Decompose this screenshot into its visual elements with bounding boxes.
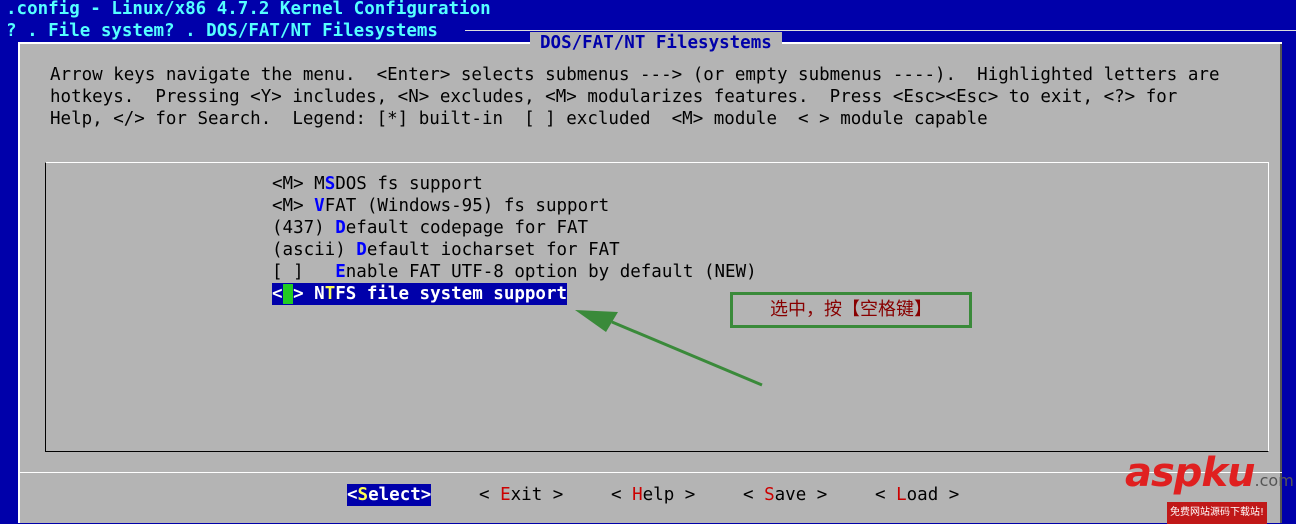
button-label: elect> xyxy=(368,485,432,505)
help-button[interactable]: < Help > xyxy=(611,484,695,506)
button-bracket: < xyxy=(743,485,765,505)
breadcrumb-divider xyxy=(465,30,1296,31)
menu-item-hotkey: V xyxy=(314,196,325,216)
annotation-callout: 选中，按【空格键】 xyxy=(730,292,972,328)
button-label: ave > xyxy=(774,485,828,505)
menu-item-fat-utf8[interactable]: [ ] Enable FAT UTF-8 option by default (… xyxy=(272,261,757,283)
button-bracket: < xyxy=(479,485,501,505)
menu-item-label: FS file system support xyxy=(335,284,568,304)
button-hotkey: E xyxy=(500,485,511,505)
dialog-shadow-edge xyxy=(1280,44,1282,523)
button-bracket: < xyxy=(347,485,358,505)
text-cursor xyxy=(282,284,294,304)
load-button[interactable]: < Load > xyxy=(875,484,959,506)
button-bracket: < xyxy=(611,485,633,505)
menu-item-prefix: <M> xyxy=(272,196,315,216)
menu-item-hotkey: D xyxy=(356,240,367,260)
window-title: .config - Linux/x86 4.7.2 Kernel Configu… xyxy=(6,0,491,19)
menu-item-ntfs[interactable]: < > NTFS file system support xyxy=(272,283,568,305)
menu-item-prefix: [ ] xyxy=(272,262,336,282)
exit-button[interactable]: < Exit > xyxy=(479,484,563,506)
menu-item-hotkey: T xyxy=(324,284,336,304)
menu-item-prefix: (ascii) xyxy=(272,240,357,260)
help-line: hotkeys. Pressing <Y> includes, <N> excl… xyxy=(50,87,1178,107)
menu-item-msdos[interactable]: <M> MSDOS fs support xyxy=(272,173,483,195)
save-button[interactable]: < Save > xyxy=(743,484,827,506)
help-text: Arrow keys navigate the menu. <Enter> se… xyxy=(50,64,1219,130)
menu-item-label: efault iocharset for FAT xyxy=(366,240,620,260)
button-bracket: < xyxy=(875,485,897,505)
menu-item-vfat[interactable]: <M> VFAT (Windows-95) fs support xyxy=(272,195,609,217)
watermark-text: aspku xyxy=(1125,450,1256,496)
menu-item-default-codepage[interactable]: (437) Default codepage for FAT xyxy=(272,217,588,239)
menu-item-prefix: < xyxy=(272,284,283,304)
menu-item-hotkey: E xyxy=(335,262,346,282)
menu-item-hotkey: S xyxy=(324,174,336,194)
menu-item-default-iocharset[interactable]: (ascii) Default iocharset for FAT xyxy=(272,239,620,261)
button-label: xit > xyxy=(510,485,564,505)
button-hotkey: S xyxy=(764,485,775,505)
watermark-suffix: .com xyxy=(1254,471,1294,490)
menu-dialog: DOS/FAT/NT Filesystems Arrow keys naviga… xyxy=(18,32,1282,523)
dialog-title: DOS/FAT/NT Filesystems xyxy=(530,32,782,54)
menu-item-prefix: (437) xyxy=(272,218,336,238)
select-button[interactable]: <Select> xyxy=(347,484,432,506)
menu-list: <M> MSDOS fs support <M> VFAT (Windows-9… xyxy=(45,162,1269,452)
button-hotkey: L xyxy=(896,485,907,505)
button-bar-divider xyxy=(20,472,1282,473)
menu-item-prefix: <M> M xyxy=(272,174,325,194)
help-line: Arrow keys navigate the menu. <Enter> se… xyxy=(50,65,1220,85)
menu-item-prefix: > N xyxy=(293,284,325,304)
button-label: elp > xyxy=(642,485,696,505)
menu-item-label: DOS fs support xyxy=(335,174,483,194)
watermark-logo: aspku.com 免费网站源码下载站! xyxy=(1125,453,1295,524)
help-line: Help, </> for Search. Legend: [*] built-… xyxy=(50,109,988,129)
button-label: oad > xyxy=(906,485,960,505)
menu-item-label: FAT (Windows-95) fs support xyxy=(324,196,610,216)
menu-item-hotkey: D xyxy=(335,218,346,238)
button-hotkey: H xyxy=(632,485,643,505)
breadcrumb: ? . File system? . DOS/FAT/NT Filesystem… xyxy=(6,21,438,41)
menu-item-label: nable FAT UTF-8 option by default (NEW) xyxy=(345,262,757,282)
menu-item-label: efault codepage for FAT xyxy=(345,218,589,238)
button-hotkey: S xyxy=(357,485,369,505)
